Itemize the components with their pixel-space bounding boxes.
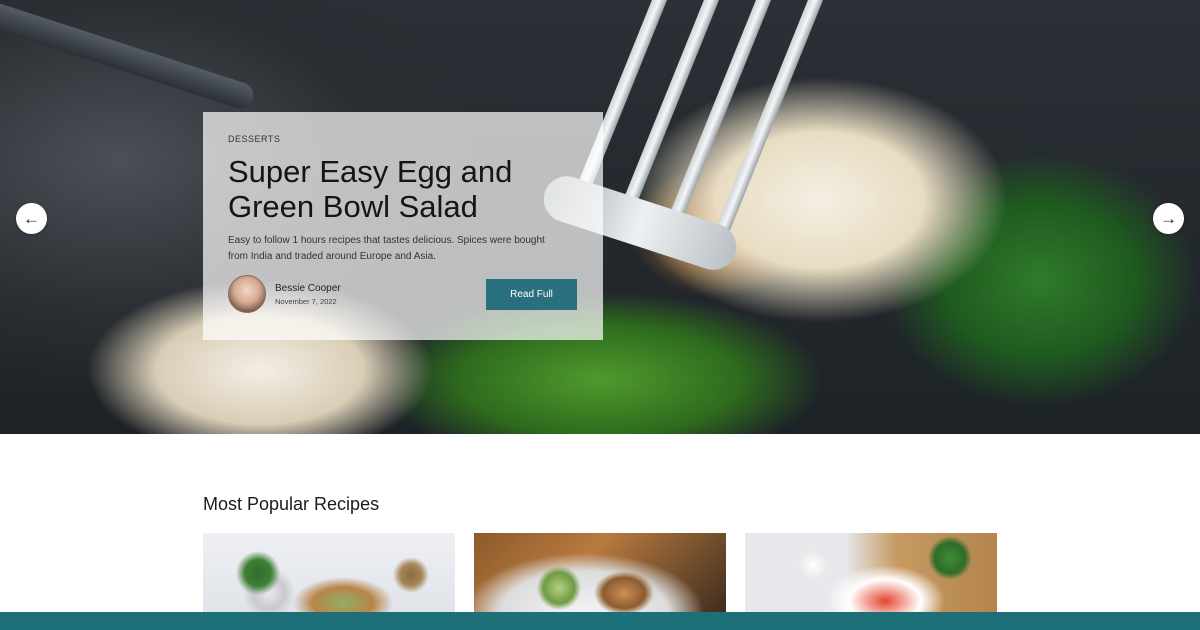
- publish-date: November 7, 2022: [275, 296, 337, 306]
- recipe-category: DESSERTS: [228, 134, 281, 144]
- recipe-title: Super Easy Egg and Green Bowl Salad: [228, 154, 513, 224]
- carousel-prev-button[interactable]: ←: [16, 203, 47, 234]
- avatar: [228, 275, 266, 313]
- recipe-thumbnail[interactable]: [474, 533, 726, 619]
- bowl-rim: [0, 0, 257, 112]
- author-info: Bessie Cooper November 7, 2022: [228, 275, 341, 313]
- recipe-thumbnail[interactable]: [745, 533, 997, 619]
- hero-banner: ← → DESSERTS Super Easy Egg and Green Bo…: [0, 0, 1200, 434]
- recipe-thumbnail[interactable]: [203, 533, 455, 619]
- fork-tine: [666, 0, 777, 227]
- recipe-description: Easy to follow 1 hours recipes that tast…: [228, 235, 545, 262]
- section-title: Most Popular Recipes: [203, 494, 380, 514]
- arrow-left-icon: ←: [23, 208, 40, 228]
- author-name: Bessie Cooper: [275, 282, 341, 294]
- fork-tine: [714, 0, 825, 237]
- footer-bar: [0, 612, 1200, 630]
- featured-recipe-card: DESSERTS Super Easy Egg and Green Bowl S…: [203, 112, 603, 340]
- fork-tine: [614, 0, 725, 227]
- arrow-right-icon: →: [1160, 208, 1177, 228]
- carousel-next-button[interactable]: →: [1153, 203, 1184, 234]
- read-full-button[interactable]: Read Full: [486, 279, 577, 310]
